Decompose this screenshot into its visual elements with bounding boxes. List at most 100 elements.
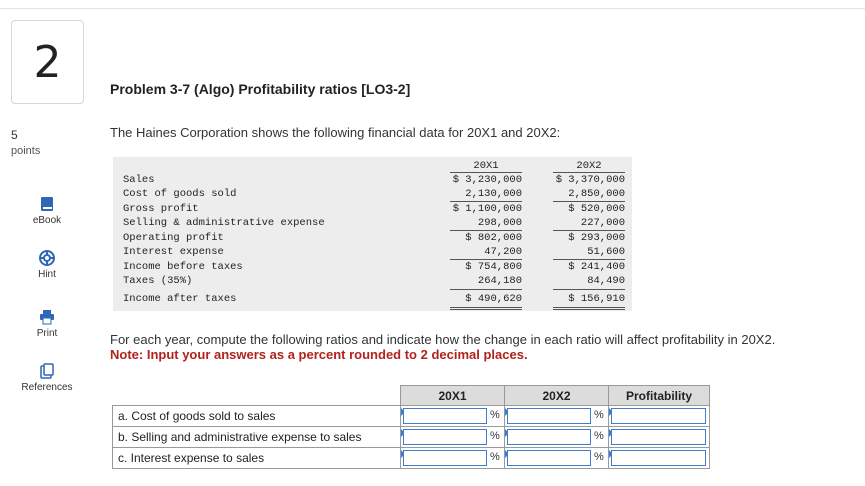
fin-value-20x1: 298,000 [477,217,522,229]
instructions-text: For each year, compute the following rat… [110,332,776,347]
fin-label: Interest expense [123,246,224,258]
top-divider [0,8,865,9]
cogs-20x1-input[interactable] [403,408,487,424]
fin-value-20x2: $ 3,370,000 [555,174,625,186]
fin-label: Income before taxes [123,261,243,273]
fin-col-header-20x2: 20X2 [576,160,602,172]
hint-button[interactable]: Hint [10,250,84,280]
subtotal-rule [450,289,522,290]
header-underline [450,172,522,173]
answer-table: 20X1 20X2 Profitability a. Cost of goods… [112,385,710,469]
fin-row-income-after-taxes: Income after taxes $ 490,620 $ 156,910 [113,293,632,306]
fin-value-20x1: $ 3,230,000 [452,174,522,186]
fin-value-20x1: $ 490,620 [465,293,522,305]
subtotal-rule [450,259,522,260]
problem-intro: The Haines Corporation shows the followi… [110,125,561,140]
header-profitability: Profitability [608,385,710,406]
hint-icon [39,250,55,266]
subtotal-rule [553,201,625,202]
table-row: b. Selling and administrative expense to… [112,426,710,448]
fin-label: Sales [123,174,155,186]
fin-value-20x2: 227,000 [580,217,625,229]
hint-label: Hint [38,269,56,280]
fin-value-20x1: 2,130,000 [465,188,522,200]
interest-20x1-input[interactable] [403,450,487,466]
percent-sign: % [594,430,604,442]
fin-value-20x2: 2,850,000 [568,188,625,200]
fin-row-operating-profit: Operating profit $ 802,000 $ 293,000 [113,232,632,245]
fin-label: Operating profit [123,232,224,244]
interest-20x2-input[interactable] [507,450,591,466]
fin-col-header-20x1: 20X1 [473,160,499,172]
total-double-rule [450,307,522,308]
cogs-20x2-input[interactable] [507,408,591,424]
question-number: 2 [11,20,84,104]
fin-label: Income after taxes [123,293,237,305]
fin-value-20x1: 47,200 [484,246,522,258]
row-label-interest: c. Interest expense to sales [112,447,401,469]
percent-sign: % [594,409,604,421]
percent-sign: % [594,451,604,463]
sga-20x2-input[interactable] [507,429,591,445]
problem-title: Problem 3-7 (Algo) Profitability ratios … [110,81,411,97]
fin-label: Gross profit [123,203,199,215]
row-label-sga: b. Selling and administrative expense to… [112,426,401,448]
fin-value-20x1: $ 802,000 [465,232,522,244]
fin-row-interest: Interest expense 47,200 51,600 [113,246,632,259]
fin-value-20x2: 51,600 [587,246,625,258]
references-button[interactable]: References [10,363,84,393]
fin-row-gross-profit: Gross profit $ 1,100,000 $ 520,000 [113,203,632,216]
table-row: a. Cost of goods sold to sales % % [112,405,710,427]
header-20x2: 20X2 [504,385,609,406]
points-value: 5 [11,128,18,142]
header-blank [112,385,401,406]
fin-row-taxes: Taxes (35%) 264,180 84,490 [113,275,632,288]
references-icon [40,363,54,379]
print-button[interactable]: Print [10,309,84,339]
fin-row-sales: Sales $ 3,230,000 $ 3,370,000 [113,174,632,187]
subtotal-rule [553,230,625,231]
fin-value-20x1: $ 754,800 [465,261,522,273]
fin-value-20x2: $ 241,400 [568,261,625,273]
fin-row-sga: Selling & administrative expense 298,000… [113,217,632,230]
book-icon [41,197,53,211]
cogs-profitability-input[interactable] [611,408,706,424]
percent-sign: % [490,430,500,442]
total-double-rule [553,307,625,308]
sga-20x1-input[interactable] [403,429,487,445]
header-20x1: 20X1 [400,385,505,406]
ebook-label: eBook [32,215,62,226]
subtotal-rule [450,201,522,202]
header-underline [553,172,625,173]
fin-value-20x2: 84,490 [587,275,625,287]
sga-profitability-input[interactable] [611,429,706,445]
subtotal-rule [450,230,522,231]
total-double-rule [553,309,625,310]
percent-sign: % [490,409,500,421]
fin-label: Taxes (35%) [123,275,193,287]
percent-sign: % [490,451,500,463]
answer-table-header-row: 20X1 20X2 Profitability [112,385,710,406]
instructions-note: Note: Input your answers as a percent ro… [110,347,528,362]
row-label-cogs: a. Cost of goods sold to sales [112,405,401,427]
fin-row-cogs: Cost of goods sold 2,130,000 2,850,000 [113,188,632,201]
fin-value-20x2: $ 520,000 [568,203,625,215]
fin-value-20x2: $ 293,000 [568,232,625,244]
question-page: 2 5 points eBook Hint Print References P… [0,0,865,486]
fin-value-20x1: 264,180 [477,275,522,287]
financial-data-box: 20X1 20X2 Sales $ 3,230,000 $ 3,370,000 … [113,157,632,311]
ebook-button[interactable]: eBook [10,196,84,226]
printer-icon [40,310,54,325]
interest-profitability-input[interactable] [611,450,706,466]
fin-value-20x1: $ 1,100,000 [452,203,522,215]
total-double-rule [450,309,522,310]
subtotal-rule [553,289,625,290]
points-label: points [11,145,41,157]
fin-row-income-before-taxes: Income before taxes $ 754,800 $ 241,400 [113,261,632,274]
fin-label: Cost of goods sold [123,188,237,200]
references-label: References [21,382,73,393]
subtotal-rule [553,259,625,260]
fin-label: Selling & administrative expense [123,217,325,229]
fin-value-20x2: $ 156,910 [568,293,625,305]
print-label: Print [36,328,58,339]
